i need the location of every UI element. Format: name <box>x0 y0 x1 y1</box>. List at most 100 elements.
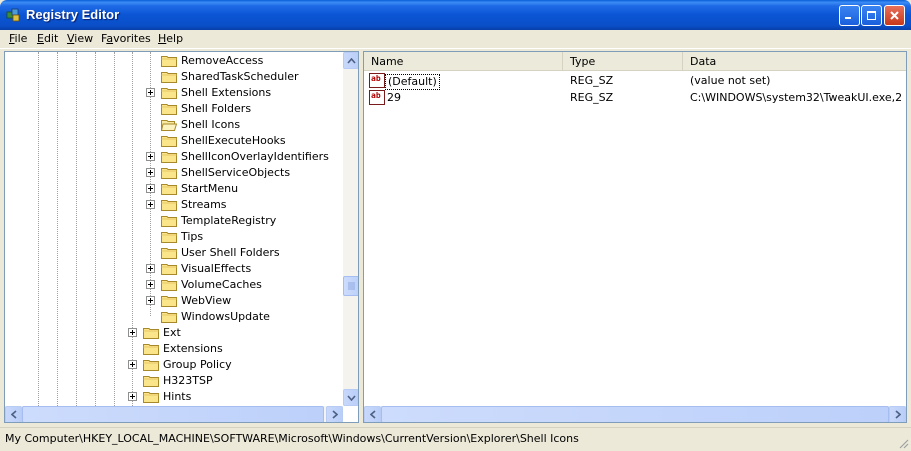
value-data: C:\WINDOWS\system32\TweakUI.exe,2 <box>690 91 903 104</box>
tree-item[interactable]: WebView <box>5 293 341 309</box>
folder-icon <box>143 342 159 356</box>
expand-plus-icon[interactable] <box>146 200 155 209</box>
tree-item[interactable]: Extensions <box>5 341 341 357</box>
tree-horizontal-scrollbar[interactable] <box>5 406 343 422</box>
tree-item[interactable]: VolumeCaches <box>5 277 341 293</box>
string-value-icon: ab <box>369 73 385 88</box>
tree-scroll-left-button[interactable] <box>5 406 22 422</box>
tree-item[interactable]: Hints <box>5 389 341 405</box>
expand-plus-icon[interactable] <box>146 280 155 289</box>
list-horizontal-scrollbar[interactable] <box>364 406 906 422</box>
status-bar: My Computer\HKEY_LOCAL_MACHINE\SOFTWARE\… <box>0 427 911 451</box>
tree-item[interactable]: ShellServiceObjects <box>5 165 341 181</box>
column-header-type[interactable]: Type <box>563 52 683 71</box>
tree-item[interactable]: ShellExecuteHooks <box>5 133 341 149</box>
tree-item[interactable]: User Shell Folders <box>5 245 341 261</box>
expand-plus-icon[interactable] <box>128 392 137 401</box>
arrow-left-icon <box>10 410 17 419</box>
tree-item[interactable]: Tips <box>5 229 341 245</box>
tree-item[interactable]: Streams <box>5 197 341 213</box>
tree-item[interactable]: H323TSP <box>5 373 341 389</box>
tree-item-label: StartMenu <box>181 182 239 195</box>
menu-file[interactable]: File <box>7 32 29 45</box>
tree-item[interactable]: Shell Extensions <box>5 85 341 101</box>
expand-plus-icon[interactable] <box>146 296 155 305</box>
tree-item[interactable]: Group Policy <box>5 357 341 373</box>
registry-editor-app-icon <box>6 8 20 22</box>
tree-item[interactable]: RemoveAccess <box>5 53 341 69</box>
list-item[interactable]: ab (Default) REG_SZ (value not set) <box>364 73 906 90</box>
column-header-data[interactable]: Data <box>683 52 906 71</box>
menu-favorites[interactable]: Favorites <box>99 32 153 45</box>
tree-item[interactable]: VisualEffects <box>5 261 341 277</box>
folder-icon <box>161 166 177 180</box>
tree-item[interactable]: ShellIconOverlayIdentifiers <box>5 149 341 165</box>
folder-icon <box>143 358 159 372</box>
resize-grip-icon[interactable] <box>897 437 909 449</box>
tree-item[interactable]: WindowsUpdate <box>5 309 341 325</box>
title-bar[interactable]: Registry Editor <box>0 0 911 30</box>
arrow-left-icon <box>369 410 376 419</box>
tree-item-label: User Shell Folders <box>181 246 280 259</box>
tree-scroll-thumb[interactable] <box>343 276 358 296</box>
list-header: Name Type Data <box>364 52 906 71</box>
close-icon <box>890 11 899 20</box>
list-scroll-left-button[interactable] <box>364 406 381 422</box>
values-list-pane[interactable]: Name Type Data ab (Default) REG_SZ (valu… <box>363 51 907 423</box>
folder-icon <box>161 134 177 148</box>
list-hscroll-thumb[interactable] <box>381 406 889 422</box>
expand-plus-icon[interactable] <box>146 264 155 273</box>
folder-icon <box>143 326 159 340</box>
tree-item-label: WindowsUpdate <box>181 310 270 323</box>
key-tree-pane[interactable]: RemoveAccess SharedTaskScheduler Shell Ext… <box>4 51 359 423</box>
tree-item[interactable]: Ext <box>5 325 341 341</box>
maximize-button[interactable] <box>861 5 882 26</box>
tree-item-label: ShellExecuteHooks <box>181 134 286 147</box>
expand-plus-icon[interactable] <box>146 88 155 97</box>
expand-plus-icon[interactable] <box>146 184 155 193</box>
tree-vertical-scrollbar[interactable] <box>343 52 358 406</box>
minimize-button[interactable] <box>839 5 860 26</box>
tree-item-label: Streams <box>181 198 227 211</box>
folder-icon <box>161 150 177 164</box>
folder-icon <box>161 294 177 308</box>
expand-plus-icon[interactable] <box>146 168 155 177</box>
folder-icon <box>161 310 177 324</box>
tree-item[interactable]: Shell Folders <box>5 101 341 117</box>
tree-item-label: RemoveAccess <box>181 54 264 67</box>
menu-edit[interactable]: Edit <box>35 32 60 45</box>
tree-item-label: WebView <box>181 294 232 307</box>
value-type: REG_SZ <box>570 74 614 87</box>
tree-item[interactable]: Shell Icons <box>5 117 341 133</box>
open-folder-icon <box>160 118 178 132</box>
folder-icon <box>161 182 177 196</box>
window-title: Registry Editor <box>26 7 120 22</box>
close-button[interactable] <box>884 5 905 26</box>
expand-plus-icon[interactable] <box>128 328 137 337</box>
folder-icon <box>161 54 177 68</box>
menu-view[interactable]: View <box>65 32 95 45</box>
tree-item-label: Group Policy <box>163 358 232 371</box>
tree-item-label: Ext <box>163 326 181 339</box>
maximize-icon <box>867 11 876 20</box>
tree-scroll-up-button[interactable] <box>343 52 358 69</box>
list-scroll-right-button[interactable] <box>889 406 906 422</box>
expand-plus-icon[interactable] <box>128 360 137 369</box>
folder-icon <box>161 86 177 100</box>
expand-plus-icon[interactable] <box>146 152 155 161</box>
tree-item[interactable]: StartMenu <box>5 181 341 197</box>
tree-scroll-down-button[interactable] <box>343 389 358 406</box>
list-item[interactable]: ab 29 REG_SZ C:\WINDOWS\system32\TweakUI… <box>364 90 906 106</box>
column-header-name[interactable]: Name <box>364 52 563 71</box>
folder-icon <box>161 230 177 244</box>
folder-icon <box>161 246 177 260</box>
tree-item[interactable]: TemplateRegistry <box>5 213 341 229</box>
grip-icon <box>348 282 355 290</box>
folder-icon <box>161 102 177 116</box>
tree-item[interactable]: SharedTaskScheduler <box>5 69 341 85</box>
menu-help[interactable]: Help <box>156 32 185 45</box>
tree-hscroll-thumb[interactable] <box>22 406 324 422</box>
folder-icon <box>143 374 159 388</box>
folder-icon <box>143 390 159 404</box>
tree-scroll-right-button[interactable] <box>326 406 343 422</box>
